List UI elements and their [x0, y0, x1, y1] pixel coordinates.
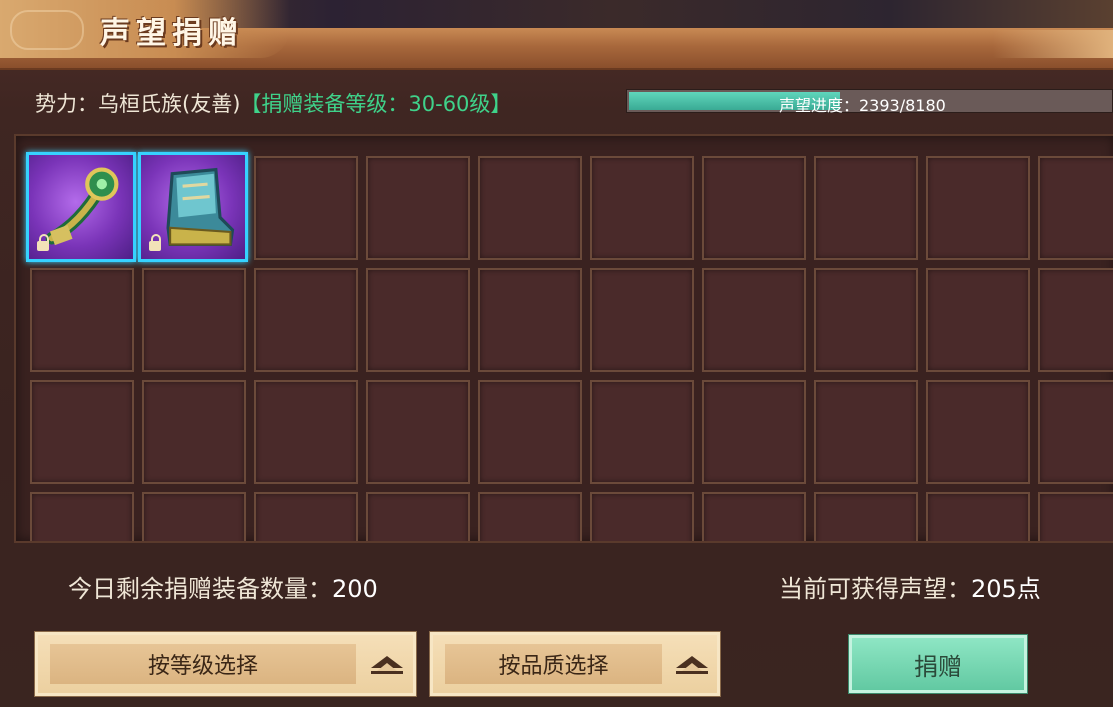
- level-range-label: 【捐赠装备等级：30-60级】: [240, 92, 512, 116]
- inventory-item-slot[interactable]: [26, 152, 136, 262]
- lock-icon: [37, 234, 49, 251]
- lock-icon: [149, 234, 161, 251]
- inventory-slot[interactable]: [478, 156, 582, 260]
- gain-value: 205点: [971, 575, 1041, 603]
- inventory-slot[interactable]: [702, 268, 806, 372]
- inventory-slot[interactable]: [702, 380, 806, 484]
- inventory-slot[interactable]: [366, 492, 470, 541]
- inventory-slot[interactable]: [366, 268, 470, 372]
- header-right-decoration: [993, 30, 1113, 58]
- panel-title: 声望捐赠: [100, 16, 244, 51]
- inventory-slot[interactable]: [1038, 268, 1113, 372]
- inventory-slot[interactable]: [814, 492, 918, 541]
- obtainable-reputation: 当前可获得声望：205点: [779, 569, 1041, 604]
- inventory-slot[interactable]: [702, 492, 806, 541]
- inventory-slot[interactable]: [254, 380, 358, 484]
- remaining-label: 今日剩余捐赠装备数量：: [68, 575, 332, 603]
- inventory-slot[interactable]: [1038, 492, 1113, 541]
- select-by-quality-button[interactable]: 按品质选择: [430, 632, 720, 696]
- inventory-item-slot[interactable]: [138, 152, 248, 262]
- inventory-slot[interactable]: [926, 380, 1030, 484]
- inventory-slot[interactable]: [142, 380, 246, 484]
- inventory-slot[interactable]: [254, 492, 358, 541]
- inventory-slot[interactable]: [814, 380, 918, 484]
- inventory-slot[interactable]: [30, 268, 134, 372]
- gain-label: 当前可获得声望：: [779, 575, 971, 603]
- inventory-slot[interactable]: [590, 380, 694, 484]
- inventory-slot[interactable]: [926, 492, 1030, 541]
- inventory-slot[interactable]: [1038, 156, 1113, 260]
- inventory-slot[interactable]: [142, 268, 246, 372]
- inventory-slot[interactable]: [478, 380, 582, 484]
- remaining-donations: 今日剩余捐赠装备数量：200: [68, 569, 378, 604]
- inventory-slot[interactable]: [814, 268, 918, 372]
- inventory-slot[interactable]: [478, 268, 582, 372]
- chevron-up-icon[interactable]: [369, 654, 405, 676]
- reputation-progress-bar: 声望进度：2393/8180: [626, 89, 1113, 115]
- reputation-progress-label: 声望进度：2393/8180: [779, 96, 946, 115]
- inventory-slot[interactable]: [1038, 380, 1113, 484]
- select-by-level-label: 按等级选择: [147, 654, 258, 679]
- inventory-slot[interactable]: [590, 492, 694, 541]
- equipment-grid: [14, 134, 1113, 543]
- cloud-ornament-icon: [10, 10, 84, 50]
- inventory-slot[interactable]: [926, 156, 1030, 260]
- inventory-slot[interactable]: [926, 268, 1030, 372]
- inventory-slot[interactable]: [590, 268, 694, 372]
- faction-info: 势力：乌桓氏族(友善)【捐赠装备等级：30-60级】: [35, 88, 511, 118]
- donate-button[interactable]: 捐赠: [849, 635, 1027, 693]
- inventory-slot[interactable]: [366, 380, 470, 484]
- remaining-value: 200: [332, 575, 378, 603]
- inventory-slot[interactable]: [142, 492, 246, 541]
- inventory-slot[interactable]: [702, 156, 806, 260]
- inventory-slot[interactable]: [814, 156, 918, 260]
- inventory-slot[interactable]: [590, 156, 694, 260]
- inventory-slot[interactable]: [478, 492, 582, 541]
- faction-label: 势力：乌桓氏族(友善): [35, 92, 241, 116]
- select-by-quality-label: 按品质选择: [498, 654, 609, 679]
- chevron-up-icon[interactable]: [674, 654, 710, 676]
- inventory-slot[interactable]: [254, 268, 358, 372]
- select-by-level-button[interactable]: 按等级选择: [35, 632, 416, 696]
- title-badge: 声望捐赠: [0, 0, 290, 58]
- inventory-slot[interactable]: [30, 380, 134, 484]
- inventory-slot[interactable]: [254, 156, 358, 260]
- inventory-slot[interactable]: [366, 156, 470, 260]
- inventory-slot[interactable]: [30, 492, 134, 541]
